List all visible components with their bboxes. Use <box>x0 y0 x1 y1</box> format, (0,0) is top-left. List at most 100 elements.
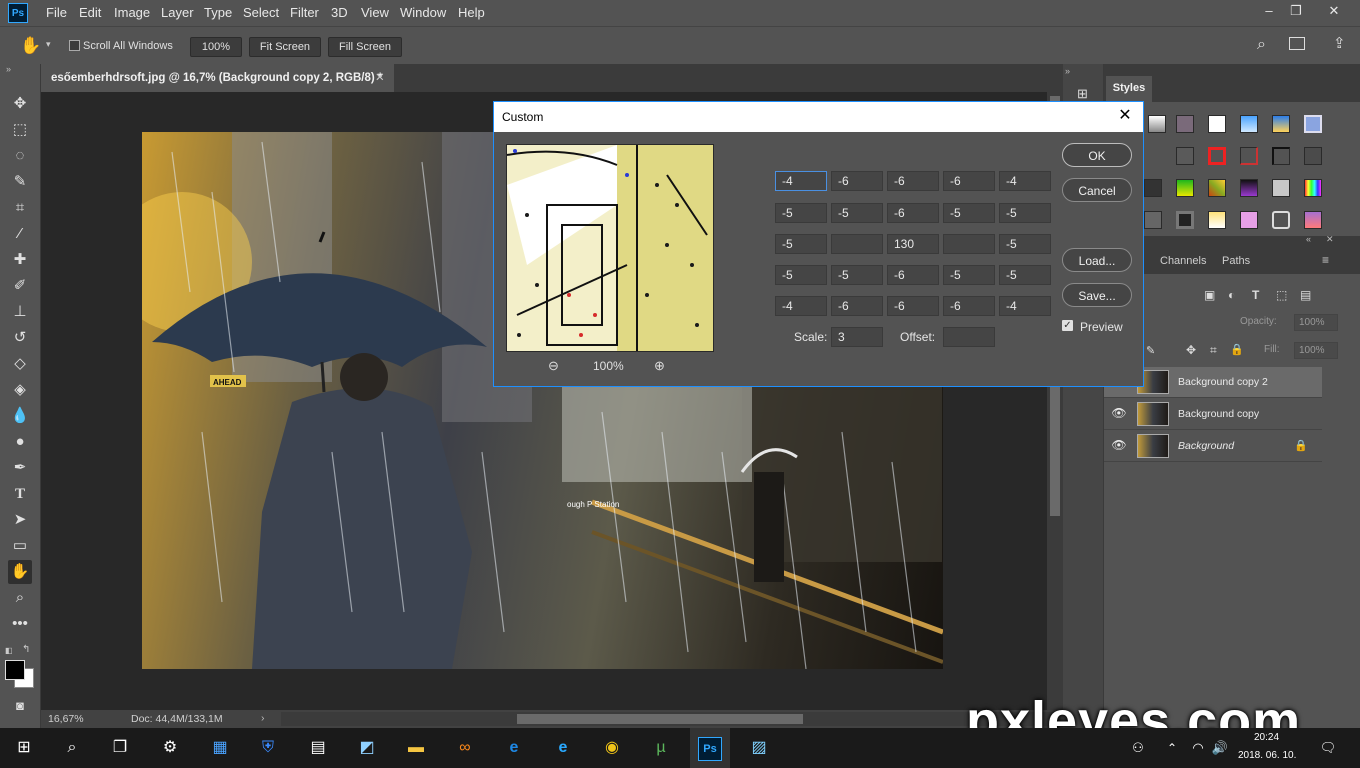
hand-tool-icon[interactable]: ✋ <box>20 36 41 56</box>
matrix-cell[interactable]: -5 <box>943 203 995 223</box>
workspace-icon[interactable] <box>1289 37 1305 50</box>
matrix-cell[interactable]: -5 <box>775 234 827 254</box>
style-swatch[interactable] <box>1208 211 1226 229</box>
eyedropper-icon[interactable]: ⁄ <box>8 222 32 246</box>
brush-tool-icon[interactable]: ✐ <box>8 274 32 298</box>
matrix-cell[interactable]: -5 <box>999 234 1051 254</box>
fit-screen-button[interactable]: Fit Screen <box>249 37 321 57</box>
offset-input[interactable] <box>943 327 995 347</box>
matrix-cell[interactable]: -5 <box>999 203 1051 223</box>
zoom-status[interactable]: 16,67% <box>48 713 84 725</box>
people-icon[interactable]: ⚇ <box>1126 736 1150 760</box>
menu-select[interactable]: Select <box>243 5 279 20</box>
menu-help[interactable]: Help <box>458 5 485 20</box>
matrix-cell-center[interactable]: 130 <box>887 234 939 254</box>
matrix-cell[interactable] <box>943 234 995 254</box>
style-swatch[interactable] <box>1144 211 1162 229</box>
lock-position-icon[interactable]: ✥ <box>1186 343 1196 357</box>
dodge-tool-icon[interactable]: ● <box>8 430 32 454</box>
matrix-cell[interactable]: -6 <box>943 296 995 316</box>
style-swatch[interactable] <box>1240 115 1258 133</box>
eye-icon[interactable]: 👁 <box>1111 438 1127 454</box>
opacity-field[interactable]: 100% <box>1294 314 1338 331</box>
horizontal-scrollbar[interactable] <box>281 712 1061 726</box>
style-swatch[interactable] <box>1304 115 1322 133</box>
document-tab[interactable]: esőemberhdrsoft.jpg @ 16,7% (Background … <box>41 64 394 92</box>
menu-file[interactable]: File <box>46 5 67 20</box>
matrix-cell[interactable] <box>831 234 883 254</box>
dialog-close-icon[interactable]: ✕ <box>1115 106 1135 126</box>
tab-close-icon[interactable]: ✕ <box>375 64 385 92</box>
matrix-cell[interactable]: -5 <box>831 203 883 223</box>
preview-checkbox[interactable]: ✓ <box>1062 320 1073 331</box>
style-swatch[interactable] <box>1272 179 1290 197</box>
quick-select-icon[interactable]: ✎ <box>8 170 32 194</box>
zoom-in-icon[interactable]: ⊕ <box>654 358 665 374</box>
type-tool-icon[interactable]: T <box>8 482 32 506</box>
chevron-down-icon[interactable]: ▾ <box>46 39 51 50</box>
taskbar-time[interactable]: 20:24 <box>1254 732 1279 743</box>
menu-window[interactable]: Window <box>400 5 446 20</box>
zoom-out-icon[interactable]: ⊖ <box>548 358 559 374</box>
lock-all-icon[interactable]: 🔒 <box>1230 343 1244 356</box>
matrix-cell[interactable]: -6 <box>831 296 883 316</box>
style-swatch[interactable] <box>1272 115 1290 133</box>
photoshop-taskbar-icon[interactable]: Ps <box>690 728 730 768</box>
filter-preview[interactable] <box>506 144 714 352</box>
restore-icon[interactable]: ❐ <box>1286 3 1306 21</box>
matrix-cell[interactable]: -5 <box>831 265 883 285</box>
more-tools-icon[interactable]: ••• <box>8 612 32 636</box>
matrix-cell[interactable]: -4 <box>775 171 827 191</box>
scroll-all-checkbox[interactable] <box>69 40 80 51</box>
minimize-icon[interactable]: – <box>1259 3 1279 21</box>
menu-image[interactable]: Image <box>114 5 150 20</box>
style-swatch[interactable] <box>1176 147 1194 165</box>
style-swatch[interactable] <box>1208 115 1226 133</box>
style-swatch[interactable] <box>1176 179 1194 197</box>
hand-tool-active-icon[interactable]: ✋ <box>8 560 32 584</box>
menu-3d[interactable]: 3D <box>331 5 348 20</box>
style-swatch[interactable] <box>1176 211 1194 229</box>
edge-icon[interactable]: e <box>502 736 526 760</box>
notepad-icon[interactable]: ◩ <box>355 736 379 760</box>
stamp-tool-icon[interactable]: ⊥ <box>8 300 32 324</box>
style-swatch[interactable] <box>1272 147 1290 165</box>
zoom-100-button[interactable]: 100% <box>190 37 242 57</box>
search-icon[interactable]: ⌕ <box>60 736 84 760</box>
marquee-tool-icon[interactable]: ⬚ <box>8 118 32 142</box>
status-arrow-icon[interactable]: › <box>261 712 265 724</box>
lasso-tool-icon[interactable]: ◌ <box>8 144 32 168</box>
history-panel-icon[interactable]: ⊞ <box>1077 86 1088 102</box>
file-explorer-icon[interactable]: ▬ <box>404 736 428 760</box>
matrix-cell[interactable]: -6 <box>943 171 995 191</box>
utorrent-icon[interactable]: µ <box>649 736 673 760</box>
volume-icon[interactable]: 🔊 <box>1208 736 1232 760</box>
zoom-tool-icon[interactable]: ⌕ <box>8 586 32 610</box>
path-select-icon[interactable]: ➤ <box>8 508 32 532</box>
filter-image-icon[interactable]: ▣ <box>1204 288 1215 302</box>
style-swatch[interactable] <box>1240 211 1258 229</box>
task-view-icon[interactable]: ❐ <box>108 736 132 760</box>
eraser-tool-icon[interactable]: ◇ <box>8 352 32 376</box>
style-swatch[interactable] <box>1240 147 1258 165</box>
fill-screen-button[interactable]: Fill Screen <box>328 37 402 57</box>
save-button[interactable]: Save... <box>1062 283 1132 307</box>
wifi-icon[interactable]: ◠ <box>1186 736 1210 760</box>
style-swatch[interactable] <box>1208 179 1226 197</box>
collapse-icon[interactable]: » <box>6 64 11 74</box>
style-swatch[interactable] <box>1176 115 1194 133</box>
matrix-cell[interactable]: -6 <box>831 171 883 191</box>
default-colors-icon[interactable]: ◧ <box>5 646 13 655</box>
search-icon[interactable]: ⌕ <box>1257 36 1266 54</box>
rectangle-tool-icon[interactable]: ▭ <box>8 534 32 558</box>
style-swatch[interactable] <box>1304 211 1322 229</box>
matrix-cell[interactable]: -4 <box>999 171 1051 191</box>
menu-view[interactable]: View <box>361 5 389 20</box>
crop-tool-icon[interactable]: ⌗ <box>8 196 32 220</box>
expand-icon[interactable]: » <box>1065 66 1070 76</box>
pen-tool-icon[interactable]: ✒ <box>8 456 32 480</box>
control-panel-icon[interactable]: ▦ <box>208 736 232 760</box>
scale-input[interactable]: 3 <box>831 327 883 347</box>
swap-colors-icon[interactable]: ↰ <box>22 644 30 655</box>
load-button[interactable]: Load... <box>1062 248 1132 272</box>
